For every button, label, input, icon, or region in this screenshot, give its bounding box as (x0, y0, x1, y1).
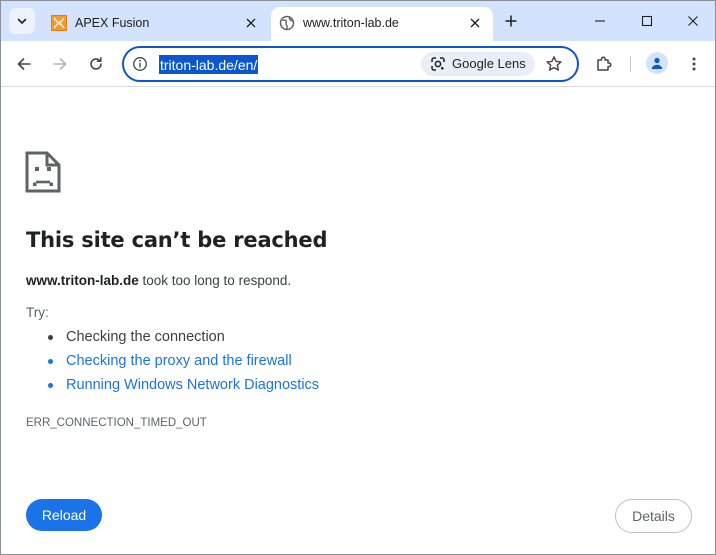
suggestion-list: Checking the connection Checking the pro… (46, 328, 319, 400)
apex-fusion-favicon (51, 15, 67, 31)
tab-strip: APEX Fusion www.triton-lab.de (1, 1, 715, 41)
google-lens-label: Google Lens (452, 56, 526, 71)
page-title: This site can’t be reached (26, 228, 328, 252)
globe-icon (279, 15, 295, 31)
kebab-menu-icon (692, 57, 696, 71)
close-icon (470, 18, 480, 28)
error-host: www.triton-lab.de (26, 273, 139, 288)
chevron-down-icon (17, 18, 27, 24)
google-lens-button[interactable]: Google Lens (421, 52, 535, 76)
suggestion-network-diagnostics-link[interactable]: Running Windows Network Diagnostics (46, 376, 319, 400)
close-icon (246, 18, 256, 28)
menu-button[interactable] (682, 52, 706, 76)
profile-button[interactable] (646, 52, 668, 74)
close-icon (688, 16, 698, 26)
avatar-icon (651, 57, 663, 69)
browser-window: APEX Fusion www.triton-lab.de triton-lab… (0, 0, 716, 555)
minimize-icon (595, 20, 605, 22)
suggestion-proxy-firewall-link[interactable]: Checking the proxy and the firewall (46, 352, 319, 376)
arrow-right-icon (53, 58, 67, 70)
error-description: www.triton-lab.de took too long to respo… (26, 273, 291, 288)
tab-title: APEX Fusion (75, 16, 150, 30)
new-tab-button[interactable] (501, 11, 521, 31)
tab-search-button[interactable] (9, 8, 35, 34)
info-icon[interactable] (132, 56, 148, 72)
back-button[interactable] (12, 52, 36, 76)
error-page: This site can’t be reached www.triton-la… (1, 88, 715, 554)
details-button[interactable]: Details (615, 499, 692, 533)
puzzle-piece-icon (597, 56, 612, 71)
maximize-button[interactable] (635, 9, 659, 33)
arrow-left-icon (17, 58, 31, 70)
error-code: ERR_CONNECTION_TIMED_OUT (26, 417, 207, 429)
url-text[interactable]: triton-lab.de/en/ (159, 55, 259, 74)
reload-toolbar-button[interactable] (84, 52, 108, 76)
tab-close-button[interactable] (243, 15, 259, 31)
google-lens-icon (431, 57, 445, 71)
bookmark-star-icon[interactable] (545, 55, 563, 73)
tab-triton-lab[interactable]: www.triton-lab.de (271, 7, 493, 41)
maximize-icon (641, 15, 653, 27)
extensions-button[interactable] (592, 52, 616, 76)
address-bar[interactable]: triton-lab.de/en/ Google Lens (122, 46, 579, 82)
tab-title: www.triton-lab.de (303, 16, 399, 30)
tab-apex-fusion[interactable]: APEX Fusion (43, 7, 269, 41)
refresh-icon (90, 57, 102, 70)
reload-button[interactable]: Reload (26, 499, 102, 531)
try-label: Try: (26, 305, 49, 320)
plus-icon (505, 15, 517, 27)
window-close-button[interactable] (681, 9, 705, 33)
minimize-button[interactable] (588, 9, 612, 33)
error-description-text: took too long to respond. (138, 273, 292, 288)
tab-close-button[interactable] (467, 15, 483, 31)
toolbar: triton-lab.de/en/ Google Lens (1, 41, 715, 87)
toolbar-separator (630, 56, 631, 72)
sad-document-icon (25, 151, 61, 193)
suggestion-check-connection: Checking the connection (46, 328, 319, 352)
forward-button[interactable] (48, 52, 72, 76)
